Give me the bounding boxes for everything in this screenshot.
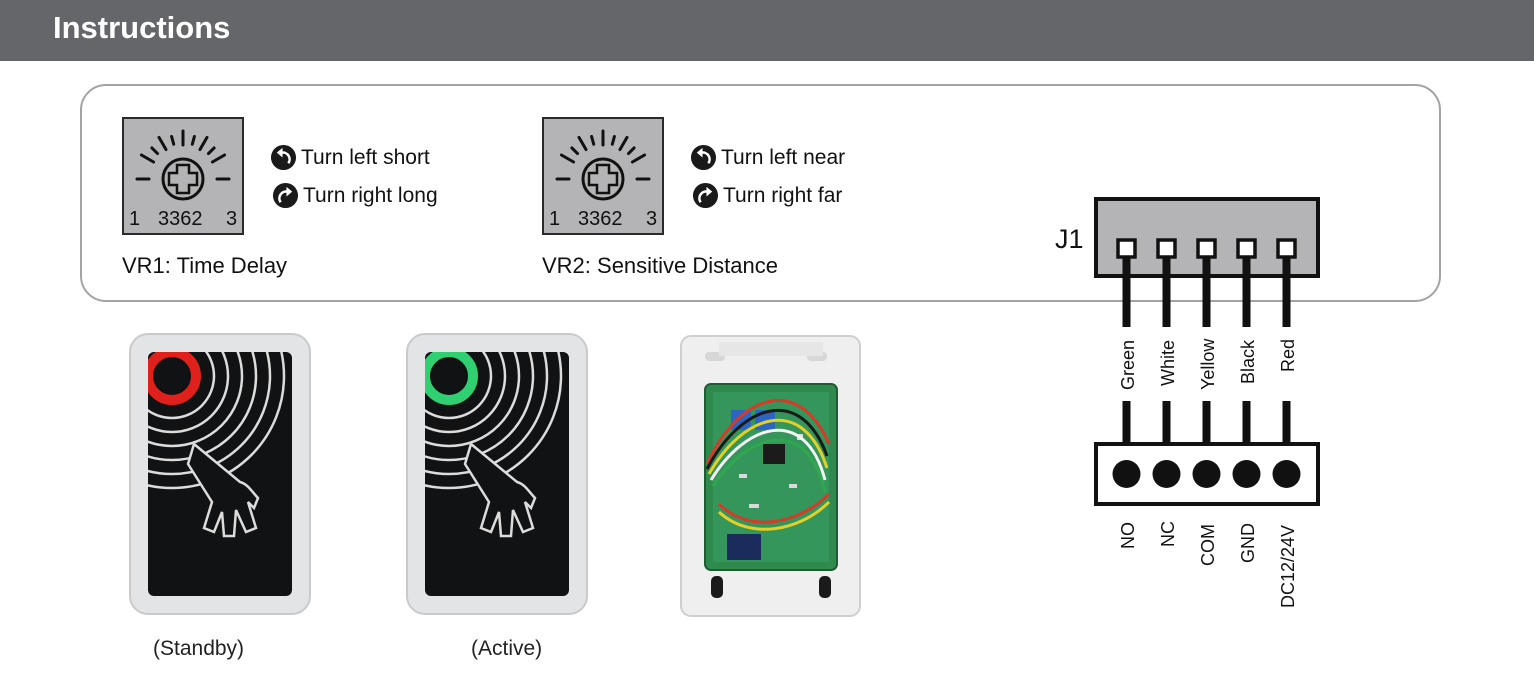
wire-label-yellow: Yellow: [1198, 338, 1218, 390]
wire-label-red: Red: [1278, 338, 1298, 372]
terminal-label-com: COM: [1198, 524, 1218, 566]
vr1-pin-1: 1: [129, 208, 141, 230]
vr2-turn-right: Turn right far: [692, 182, 842, 209]
terminal-label-gnd: GND: [1238, 523, 1258, 563]
vr2-turn-right-label: Turn right far: [723, 183, 843, 207]
active-caption: (Active): [471, 637, 543, 660]
vr2-caption: VR2: Sensitive Distance: [542, 253, 778, 278]
vr1-turn-left-label: Turn left short: [301, 145, 430, 169]
header-bar: Instructions: [0, 0, 1534, 61]
standby-device-image: [129, 333, 311, 615]
vr2-pin-1: 1: [549, 208, 561, 230]
page-title: Instructions: [53, 10, 231, 45]
vr1-turn-right: Turn right long: [272, 182, 438, 209]
terminal-label-nc: NC: [1158, 521, 1178, 547]
vr1-caption: VR1: Time Delay: [122, 253, 288, 278]
rotate-left-icon: [270, 144, 297, 171]
rotate-right-icon: [692, 182, 719, 209]
vr1-turn-left: Turn left short: [270, 144, 430, 171]
device-back-pcb-image: [680, 335, 861, 617]
active-device-image: [406, 333, 588, 615]
j1-label: J1: [1055, 224, 1084, 254]
rotate-right-icon: [272, 182, 299, 209]
vr2-turn-left-label: Turn left near: [721, 145, 846, 169]
standby-caption: (Standby): [153, 637, 245, 660]
rotate-left-icon: [690, 144, 717, 171]
terminal-label-no: NO: [1118, 522, 1138, 549]
vr2-turn-left: Turn left near: [690, 144, 845, 171]
vr1-model-number: 3362: [158, 208, 203, 230]
vr1-potentiometer-icon: 1 3362 3: [122, 117, 244, 235]
vr2-pin-3: 3: [646, 208, 658, 230]
vr2-model-number: 3362: [578, 208, 623, 230]
terminal-label-dc: DC12/24V: [1278, 524, 1298, 608]
wire-label-black: Black: [1238, 339, 1258, 384]
vr2-potentiometer-icon: 1 3362 3: [542, 117, 664, 235]
vr1-pin-3: 3: [226, 208, 238, 230]
vr1-turn-right-label: Turn right long: [303, 183, 438, 207]
wire-label-green: Green: [1118, 339, 1138, 390]
wire-label-white: White: [1158, 339, 1178, 386]
